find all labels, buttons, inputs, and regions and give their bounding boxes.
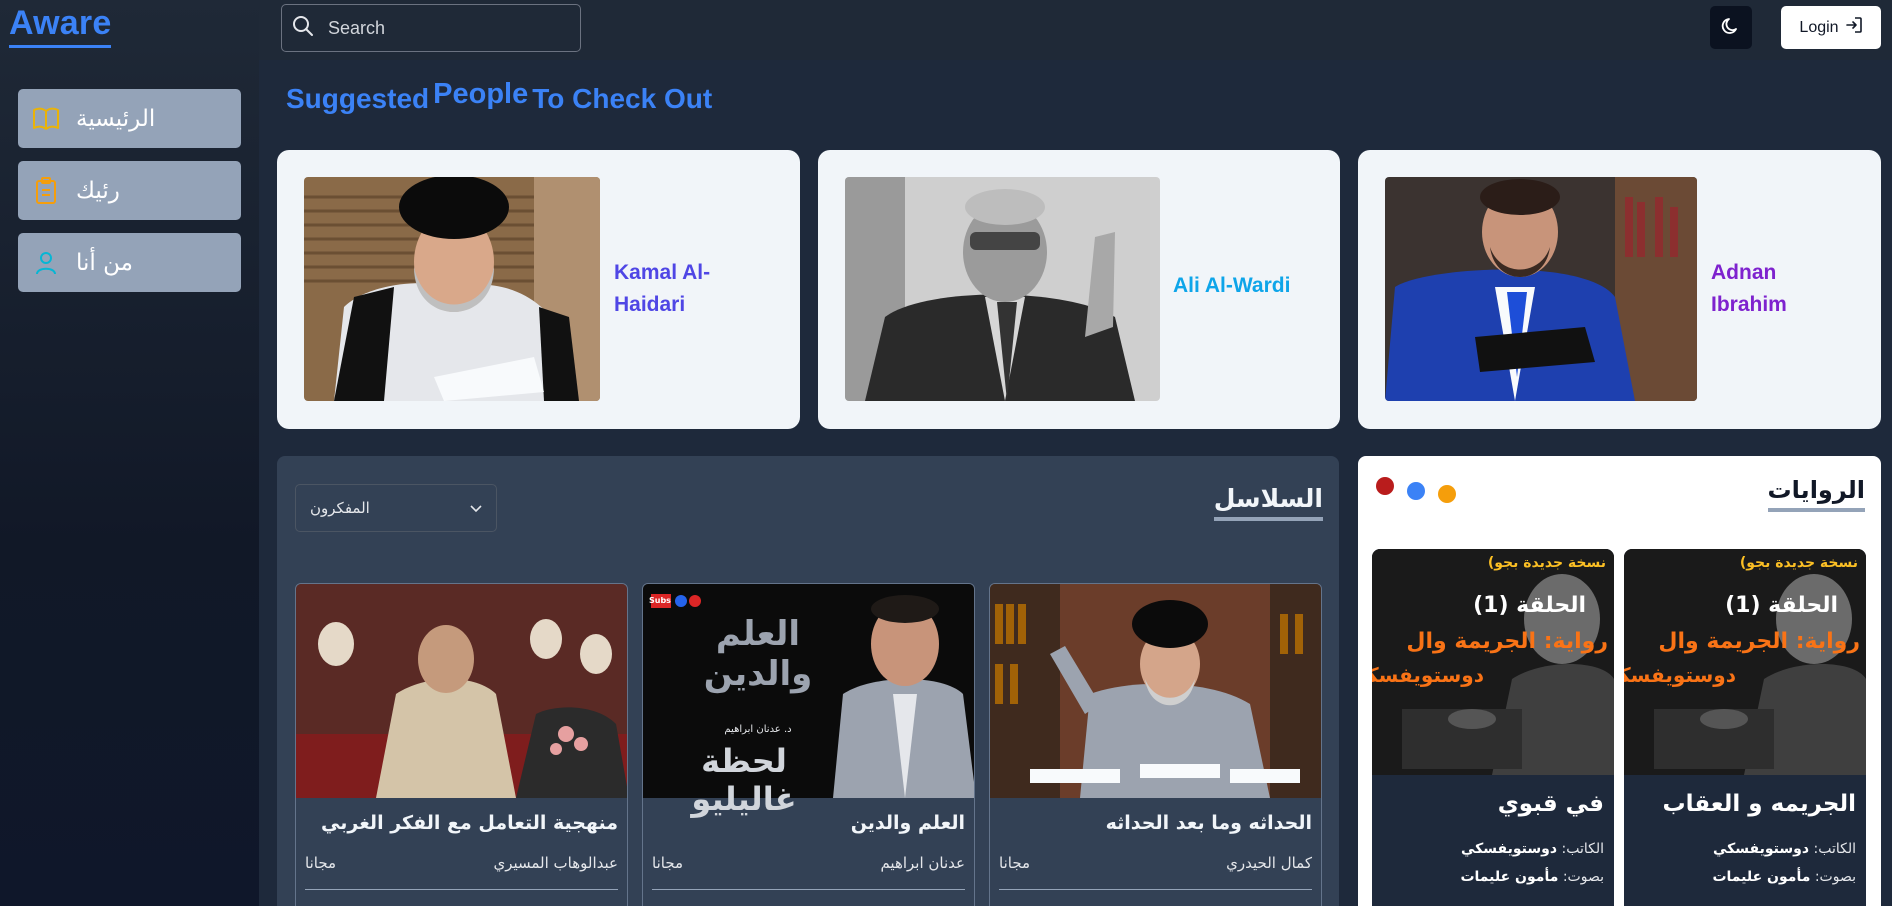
value: دوستويفسكي: [1713, 841, 1810, 857]
book-open-icon: [30, 103, 62, 135]
series-card-author: عدنان ابراهيم: [880, 854, 965, 872]
value: مأمون عليمات: [1712, 869, 1811, 885]
series-card-price: مجانا: [999, 854, 1031, 872]
label: الكاتب:: [1813, 841, 1856, 857]
thumb-top: (نسخة جديدة بجو: [1487, 555, 1606, 571]
sidebar: Aware الرئيسية رئيك من أنا: [0, 0, 259, 906]
thumb-episode: الحلقة (1): [1473, 593, 1586, 618]
label: الكاتب:: [1561, 841, 1604, 857]
series-filter-select[interactable]: المفكرون: [295, 484, 497, 532]
value: مأمون عليمات: [1460, 869, 1559, 885]
window-dot-red: [1376, 477, 1394, 495]
series-card-title: منهجية التعامل مع الفكر الغربي: [321, 812, 618, 834]
novel-author: الكاتب: دوستويفسكي: [1461, 841, 1604, 857]
window-dot-blue: [1407, 482, 1425, 500]
person-photo: [845, 177, 1160, 401]
series-card[interactable]: منهجية التعامل مع الفكر الغربي عبدالوهاب…: [295, 583, 628, 906]
person-name[interactable]: Adnan Ibrahim: [1711, 257, 1831, 321]
select-value: المفكرون: [310, 499, 370, 517]
novel-author: الكاتب: دوستويفسكي: [1713, 841, 1856, 857]
person-name[interactable]: Ali Al-Wardi: [1173, 270, 1313, 302]
search-icon: [292, 15, 314, 41]
label: بصوت:: [1562, 869, 1604, 885]
sidebar-item-label: الرئيسية: [76, 105, 156, 132]
login-label: Login: [1799, 18, 1839, 36]
thumb-title: العلم والدين: [703, 614, 813, 694]
sidebar-item-about[interactable]: من أنا: [18, 233, 241, 292]
clipboard-icon: [30, 175, 62, 207]
series-card-title: العلم والدين: [850, 812, 965, 834]
thumb-subtitle: لحظة غاليليو: [691, 742, 797, 818]
theme-toggle-button[interactable]: [1710, 6, 1752, 49]
sidebar-item-home[interactable]: الرئيسية: [18, 89, 241, 148]
series-thumbnail: [296, 584, 627, 798]
series-card[interactable]: Subs العلم والدين د. عدنان ابراهيم لحظة …: [642, 583, 975, 906]
moon-icon: [1721, 16, 1741, 40]
thumb-line2: دوستويفسكي: [1624, 663, 1736, 687]
login-button[interactable]: Login: [1781, 6, 1881, 49]
series-card[interactable]: الحداثه وما بعد الحداثه كمال الحيدري مجا…: [989, 583, 1322, 906]
login-arrow-icon: [1839, 16, 1863, 39]
search-input[interactable]: [328, 17, 548, 39]
person-card[interactable]: Kamal Al-Haidari: [277, 150, 800, 429]
novels-panel: الروايات (نسخة جديدة بجو الحلقة (1) رواي…: [1358, 456, 1881, 906]
thumb-line1: رواية: الجريمة وال: [1658, 629, 1860, 654]
series-title: السلاسل: [1213, 484, 1323, 521]
user-icon: [30, 247, 62, 279]
thumb-tag: Subs: [649, 596, 671, 605]
person-photo: [304, 177, 600, 401]
novel-voice: بصوت: مأمون عليمات: [1460, 869, 1604, 885]
thumb-line2: دوستويفسكي: [1372, 663, 1484, 687]
novel-thumbnail: (نسخة جديدة بجو الحلقة (1) رواية: الجريم…: [1372, 549, 1614, 775]
person-card[interactable]: Ali Al-Wardi: [818, 150, 1340, 429]
divider: [999, 889, 1312, 890]
app-logo[interactable]: Aware: [9, 4, 112, 48]
person-name[interactable]: Kamal Al-Haidari: [614, 257, 734, 321]
heading-text: To Check Out: [532, 83, 713, 114]
series-card-author: كمال الحيدري: [1226, 854, 1312, 872]
heading-people-text: People: [433, 78, 529, 110]
series-card-author: عبدالوهاب المسيري: [493, 854, 618, 872]
series-panel: السلاسل المفكرون منهجية التعامل مع الفكر…: [277, 456, 1339, 906]
sidebar-item-opinion[interactable]: رئيك: [18, 161, 241, 220]
series-thumbnail: [990, 584, 1321, 798]
suggested-heading: Suggested People To Check Out: [286, 78, 713, 116]
divider: [305, 889, 618, 890]
series-card-price: مجانا: [652, 854, 684, 872]
novel-thumbnail: (نسخة جديدة بجو الحلقة (1) رواية: الجريم…: [1624, 549, 1866, 775]
thumb-caption: د. عدنان ابراهيم: [724, 724, 792, 735]
search-box[interactable]: [281, 4, 581, 52]
thumb-episode: الحلقة (1): [1725, 593, 1838, 618]
sidebar-item-label: رئيك: [76, 177, 120, 204]
novel-title: الجريمه و العقاب: [1662, 791, 1856, 817]
window-dot-orange: [1438, 485, 1456, 503]
divider: [652, 889, 965, 890]
person-photo: [1385, 177, 1697, 401]
sidebar-item-label: من أنا: [76, 249, 133, 276]
chevron-down-icon: [470, 499, 482, 517]
value: دوستويفسكي: [1461, 841, 1558, 857]
novel-title: في قبوي: [1497, 791, 1604, 817]
person-card[interactable]: Adnan Ibrahim: [1358, 150, 1881, 429]
thumb-top: (نسخة جديدة بجو: [1739, 555, 1858, 571]
novel-card[interactable]: (نسخة جديدة بجو الحلقة (1) رواية: الجريم…: [1624, 549, 1866, 906]
label: بصوت:: [1814, 869, 1856, 885]
series-thumbnail: Subs العلم والدين د. عدنان ابراهيم لحظة …: [643, 584, 974, 818]
novels-title: الروايات: [1767, 476, 1865, 512]
series-card-title: الحداثه وما بعد الحداثه: [1105, 812, 1312, 834]
novel-voice: بصوت: مأمون عليمات: [1712, 869, 1856, 885]
thumb-line1: رواية: الجريمة وال: [1406, 629, 1608, 654]
novel-card[interactable]: (نسخة جديدة بجو الحلقة (1) رواية: الجريم…: [1372, 549, 1614, 906]
heading-text: Suggested: [286, 83, 430, 114]
series-card-price: مجانا: [305, 854, 337, 872]
